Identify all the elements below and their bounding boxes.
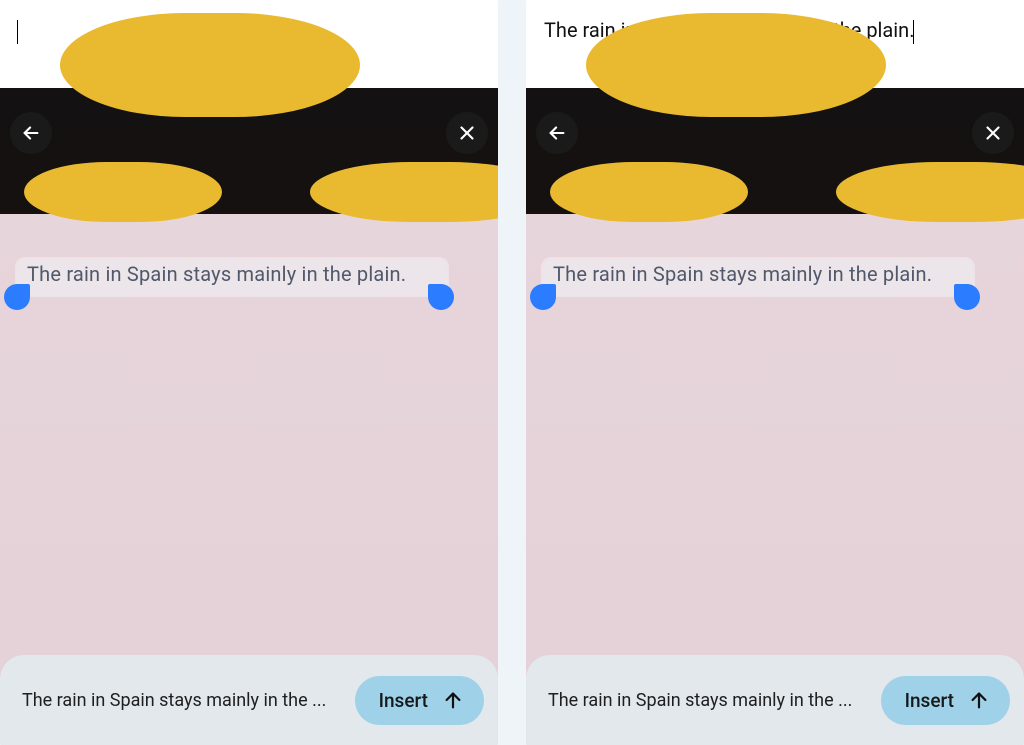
- back-button[interactable]: [536, 112, 578, 154]
- close-icon: [456, 122, 478, 144]
- photo-shape: [550, 162, 748, 222]
- ocr-preview-text: The rain in Spain stays mainly in the ..…: [22, 690, 326, 711]
- captured-photo: [0, 88, 498, 745]
- ocr-selection-box[interactable]: The rain in Spain stays mainly in the pl…: [543, 259, 973, 295]
- selection-handle-start[interactable]: [4, 284, 30, 310]
- insert-button[interactable]: Insert: [881, 676, 1010, 725]
- ocr-preview-text: The rain in Spain stays mainly in the ..…: [548, 690, 852, 711]
- insert-sheet: The rain in Spain stays mainly in the ..…: [0, 655, 498, 745]
- arrow-left-icon: [20, 122, 42, 144]
- selection-handle-start[interactable]: [530, 284, 556, 310]
- comparison-stage: The rain in Spain stays mainly in the pl…: [0, 0, 1024, 745]
- arrow-up-icon: [442, 689, 464, 711]
- insert-button-label: Insert: [905, 689, 954, 712]
- back-button[interactable]: [10, 112, 52, 154]
- captured-photo: [526, 88, 1024, 745]
- photo-shape: [586, 13, 886, 117]
- selection-handle-end[interactable]: [428, 284, 454, 310]
- photo-shape: [60, 13, 360, 117]
- selection-handle-end[interactable]: [954, 284, 980, 310]
- photo-shape: [836, 162, 1024, 222]
- photo-shape: [24, 162, 222, 222]
- arrow-left-icon: [546, 122, 568, 144]
- text-caret: [913, 20, 914, 44]
- close-button[interactable]: [972, 112, 1014, 154]
- arrow-up-icon: [968, 689, 990, 711]
- photo-shape: [310, 162, 498, 222]
- camera-capture-view: The rain in Spain stays mainly in the pl…: [0, 88, 498, 745]
- text-caret: [17, 20, 18, 44]
- ocr-recognized-text: The rain in Spain stays mainly in the pl…: [553, 262, 932, 286]
- insert-button[interactable]: Insert: [355, 676, 484, 725]
- close-button[interactable]: [446, 112, 488, 154]
- close-icon: [982, 122, 1004, 144]
- insert-button-label: Insert: [379, 689, 428, 712]
- ocr-selection-box[interactable]: The rain in Spain stays mainly in the pl…: [17, 259, 447, 295]
- insert-sheet: The rain in Spain stays mainly in the ..…: [526, 655, 1024, 745]
- camera-capture-view: The rain in Spain stays mainly in the pl…: [526, 88, 1024, 745]
- pane-left: The rain in Spain stays mainly in the pl…: [0, 0, 498, 745]
- ocr-recognized-text: The rain in Spain stays mainly in the pl…: [27, 262, 406, 286]
- pane-right: The rain in Spain stays mainly in the pl…: [526, 0, 1024, 745]
